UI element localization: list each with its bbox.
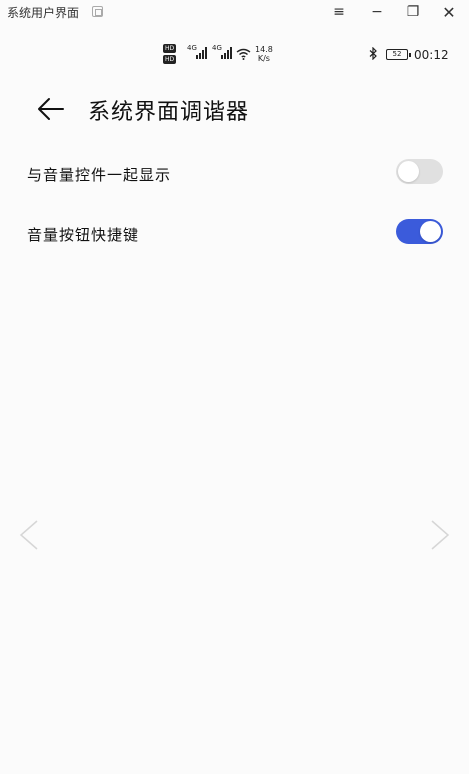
chevron-right-icon[interactable] xyxy=(428,518,452,552)
setting-row-show-with-volume[interactable]: 与音量控件一起显示 xyxy=(0,146,469,206)
close-button[interactable]: ✕ xyxy=(432,0,466,24)
network-speed-unit: K/s xyxy=(257,54,270,63)
hd-badge-2: HD xyxy=(163,55,177,64)
setting-label: 与音量控件一起显示 xyxy=(27,166,172,184)
battery-icon: 52 xyxy=(386,49,411,60)
status-time: 00:12 xyxy=(414,48,449,62)
show-with-volume-toggle[interactable] xyxy=(396,159,443,184)
page-title: 系统界面调谐器 xyxy=(88,100,250,125)
bluetooth-icon xyxy=(369,46,378,63)
wifi-icon xyxy=(236,48,251,64)
toggle-knob xyxy=(420,221,441,242)
toggle-knob xyxy=(398,161,419,182)
signal-icon-2 xyxy=(221,47,232,59)
status-bar: HD HD 4G 4G 14.8 K/s 52 00:12 xyxy=(0,40,469,70)
window-title-bar: 系统用户界面 ≡ − ❐ ✕ xyxy=(0,0,469,24)
pin-icon[interactable] xyxy=(92,6,103,17)
setting-row-volume-shortcut[interactable]: 音量按钮快捷键 xyxy=(0,206,469,266)
volume-shortcut-toggle[interactable] xyxy=(396,219,443,244)
minimize-button[interactable]: − xyxy=(360,0,394,24)
hd-badge-1: HD xyxy=(163,44,177,53)
setting-label: 音量按钮快捷键 xyxy=(27,226,140,244)
network-speed-value: 14.8 xyxy=(255,45,273,54)
battery-level: 52 xyxy=(392,50,402,58)
menu-button[interactable]: ≡ xyxy=(322,0,356,24)
network-speed: 14.8 K/s xyxy=(255,45,273,63)
back-arrow-icon[interactable] xyxy=(36,95,66,123)
signal-icon-1 xyxy=(196,47,207,59)
restore-button[interactable]: ❐ xyxy=(396,0,430,24)
window-title: 系统用户界面 xyxy=(7,6,80,20)
chevron-left-icon[interactable] xyxy=(17,518,41,552)
